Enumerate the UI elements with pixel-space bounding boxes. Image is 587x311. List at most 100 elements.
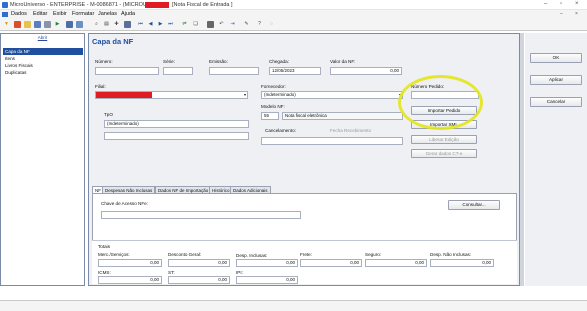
page-title: Capa da NF xyxy=(92,37,134,46)
grid-icon[interactable] xyxy=(66,21,73,28)
total-value: 0,00 xyxy=(430,259,494,267)
chave-input[interactable] xyxy=(101,211,301,219)
cancelar-button[interactable]: Cancelar xyxy=(530,97,582,107)
total-label: Seguro: xyxy=(365,252,382,257)
sidebar-item-duplicatas[interactable]: Duplicatas xyxy=(3,69,83,76)
globe-icon[interactable]: ◌ xyxy=(268,21,275,28)
nav-icon[interactable]: ▤ xyxy=(103,21,110,28)
sidebar: Abrir Capa da NF Itens Livros Fiscais Du… xyxy=(0,33,85,286)
prev-icon[interactable]: ◀ xyxy=(147,21,154,28)
main-panel: Capa da NF Número: Série: Emissão: Chega… xyxy=(88,33,520,286)
chegada-label: Chegada: xyxy=(269,59,289,64)
action-panel: OK Aplicar Cancelar xyxy=(525,33,587,286)
menu-editar[interactable]: Editar xyxy=(33,11,47,17)
first-icon[interactable]: ⏮ xyxy=(137,21,144,28)
modelo-description: Nota fiscal eletrônica xyxy=(282,112,403,120)
total-label: Merc./Serviços: xyxy=(98,252,130,257)
mdi-minimize-icon[interactable]: – xyxy=(560,11,563,17)
help-icon[interactable]: ? xyxy=(256,21,263,28)
liberar-edicao-button[interactable]: Liberar Edição xyxy=(411,135,477,144)
status-bar xyxy=(0,300,587,311)
fecha-recebimento-label: Fecha Recebimento xyxy=(330,128,372,133)
save-icon[interactable] xyxy=(34,21,41,28)
fornecedor-value: (Indeterminado) xyxy=(264,92,296,97)
valor-input[interactable]: 0,00 xyxy=(330,67,402,75)
list-icon[interactable] xyxy=(76,21,83,28)
toolbar: ▼ ▶ ⌕ ▤ ✚ ⏮ ◀ ▶ ⏭ ⇌ ❏ ↶ ⇥ ✎ ? ◌ xyxy=(0,19,587,31)
highlight-annotation xyxy=(398,75,483,130)
close-icon[interactable]: × xyxy=(575,1,579,7)
numero-label: Número: xyxy=(95,59,113,64)
totals-section: Totais Merc./Serviços: 0,00 Desconto Ger… xyxy=(92,240,517,284)
total-label: Frete: xyxy=(300,252,312,257)
print-icon[interactable] xyxy=(44,21,51,28)
consultar-button[interactable]: Consultar... xyxy=(448,200,500,210)
gerar-cte-button[interactable]: Gerar dados CT-e xyxy=(411,149,477,158)
filter-icon[interactable]: ▼ xyxy=(3,21,10,28)
total-label: ICMS: xyxy=(98,270,111,275)
menu-bar: Dados Editar Exibir Formatar Janelas Aju… xyxy=(0,10,587,19)
panel-splitter[interactable] xyxy=(520,33,524,286)
aplicar-button[interactable]: Aplicar xyxy=(530,75,582,85)
tipo-select[interactable]: (Indeterminado) xyxy=(104,120,249,128)
next-icon[interactable]: ▶ xyxy=(157,21,164,28)
tipo-label: TpO xyxy=(104,112,113,117)
menu-ajuda[interactable]: Ajuda xyxy=(121,11,135,17)
chevron-down-icon: ▾ xyxy=(243,92,246,97)
total-label: Desconto Geral: xyxy=(168,252,202,257)
ok-button[interactable]: OK xyxy=(530,53,582,63)
open-icon[interactable] xyxy=(24,21,31,28)
chave-label: Chave de Acesso NFe: xyxy=(101,201,148,206)
menu-dados[interactable]: Dados xyxy=(11,11,27,17)
total-value: 0,00 xyxy=(236,259,298,267)
totals-title: Totais xyxy=(98,244,110,249)
cancelamento-label: Cancelamento: xyxy=(265,128,296,133)
forward-icon[interactable]: ⇥ xyxy=(229,21,236,28)
chegada-input[interactable]: 12/05/2023 xyxy=(269,67,321,75)
mdi-close-icon[interactable]: × xyxy=(575,11,578,17)
title-bar: MicroUniverso - ENTERPRISE - M-0086871 -… xyxy=(0,0,587,10)
valor-label: Valor da NF: xyxy=(330,59,356,64)
redacted-block xyxy=(96,92,152,98)
last-icon[interactable]: ⏭ xyxy=(167,21,174,28)
menu-exibir[interactable]: Exibir xyxy=(53,11,67,17)
numero-input[interactable] xyxy=(95,67,159,75)
fornecedor-select[interactable]: (Indeterminado) ▾ xyxy=(261,91,403,99)
minimize-icon[interactable]: – xyxy=(544,1,547,7)
sidebar-item-itens[interactable]: Itens xyxy=(3,55,83,62)
emissao-input[interactable] xyxy=(209,67,259,75)
tipo-value: (Indeterminado) xyxy=(107,121,139,126)
sidebar-item-livros[interactable]: Livros Fiscais xyxy=(3,62,83,69)
menu-formatar[interactable]: Formatar xyxy=(72,11,94,17)
modelo-code-input[interactable]: 55 xyxy=(261,112,279,120)
link-icon[interactable]: ⇌ xyxy=(181,21,188,28)
filial-select[interactable]: ▾ xyxy=(95,91,248,99)
cancelamento-input[interactable] xyxy=(261,137,403,145)
total-value: 0,00 xyxy=(168,276,230,284)
app-icon xyxy=(2,2,8,8)
total-value: 0,00 xyxy=(98,276,162,284)
sidebar-header[interactable]: Abrir xyxy=(1,34,84,42)
filial-label: Filial: xyxy=(95,84,106,89)
maximize-icon[interactable]: ▫ xyxy=(560,1,562,7)
tools-icon[interactable]: ✎ xyxy=(243,21,250,28)
sidebar-item-capa[interactable]: Capa da NF xyxy=(3,48,83,55)
copy-icon[interactable]: ❏ xyxy=(192,21,199,28)
window-title: MicroUniverso - ENTERPRISE - M-0086871 -… xyxy=(10,2,155,8)
run-icon[interactable]: ▶ xyxy=(54,21,61,28)
add-icon[interactable]: ✚ xyxy=(113,21,120,28)
modelo-label: Modelo NF: xyxy=(261,104,285,109)
menu-app-icon[interactable] xyxy=(2,12,8,17)
undo-icon[interactable]: ↶ xyxy=(218,21,225,28)
total-value: 0,00 xyxy=(98,259,162,267)
tipo-detail-input[interactable] xyxy=(104,132,249,140)
new-icon[interactable] xyxy=(14,21,21,28)
menu-janelas[interactable]: Janelas xyxy=(98,11,117,17)
calc-icon[interactable] xyxy=(124,21,131,28)
serie-input[interactable] xyxy=(163,67,193,75)
document-title: [Nota Fiscal de Entrada ] xyxy=(172,2,233,8)
fornecedor-label: Fornecedor: xyxy=(261,84,286,89)
find-icon[interactable]: ⌕ xyxy=(93,21,100,28)
delete-icon[interactable] xyxy=(207,21,214,28)
total-label: ST: xyxy=(168,270,175,275)
